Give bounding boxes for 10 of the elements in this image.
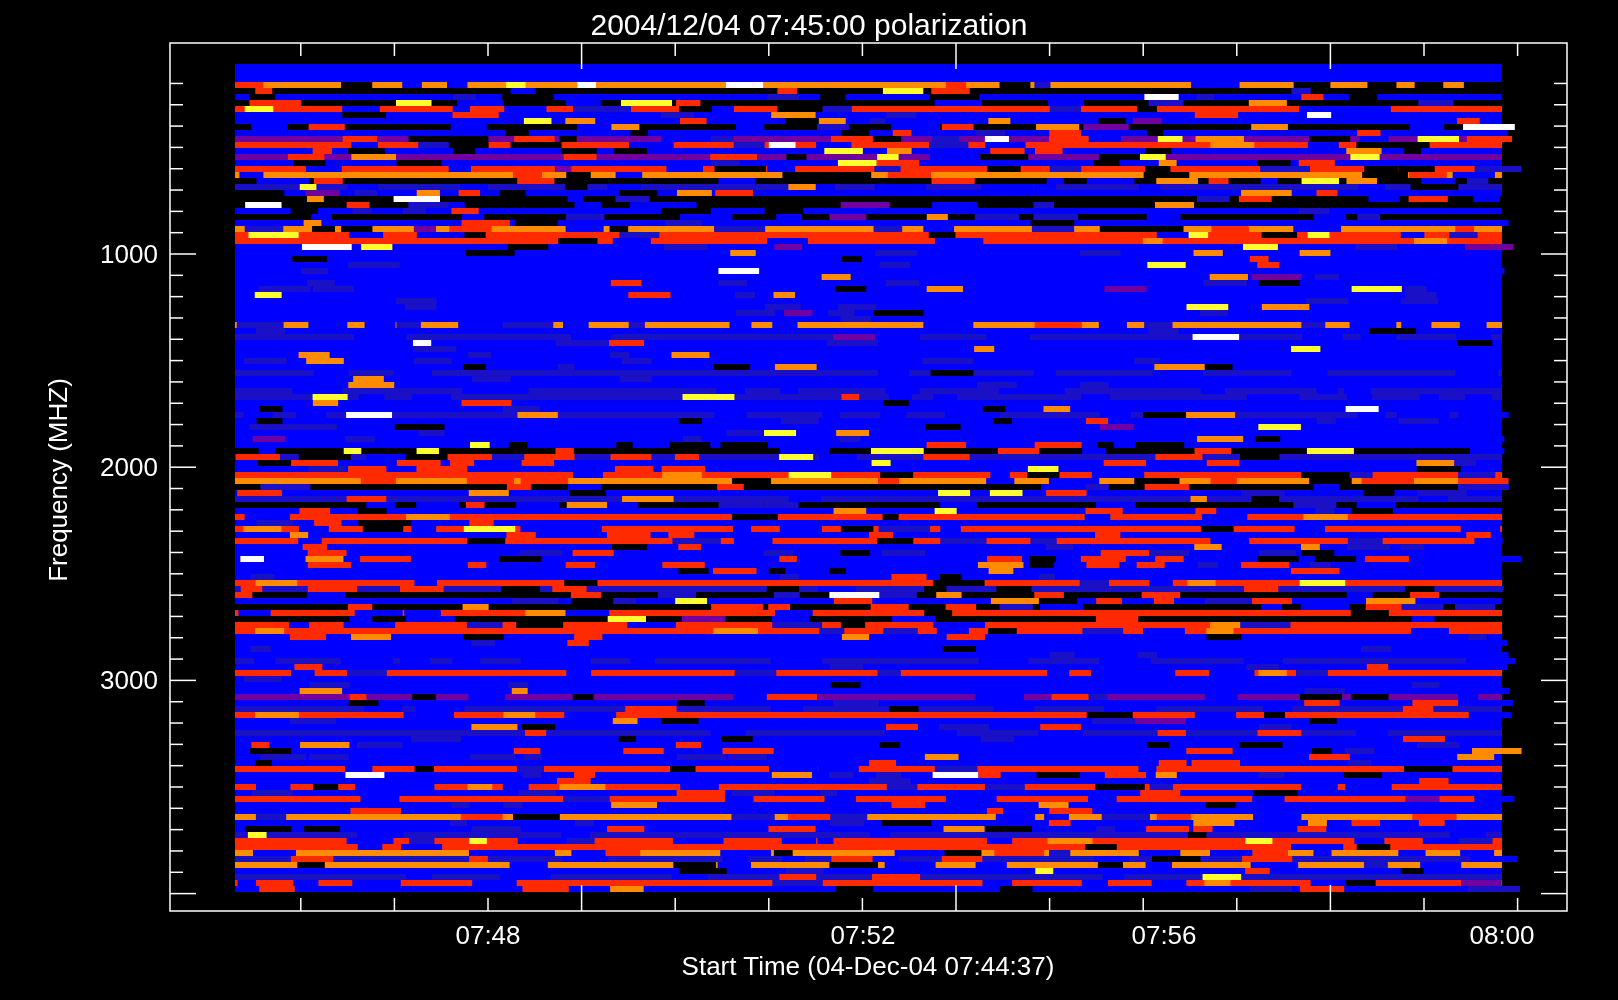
- y-tick-label: 2000: [100, 454, 158, 480]
- y-tick-label: 3000: [100, 667, 158, 693]
- x-tick-label: 08:00: [1469, 922, 1535, 948]
- y-axis-label: Frequency (MHZ): [45, 378, 71, 582]
- plot-title: 2004/12/04 07:45:00 polarization: [589, 7, 1029, 43]
- x-tick-label: 07:48: [455, 922, 521, 948]
- x-axis-label: Start Time (04-Dec-04 07:44:37): [680, 953, 1056, 979]
- y-tick-label: 1000: [100, 241, 158, 267]
- x-tick-label: 07:52: [830, 922, 896, 948]
- x-tick-label: 07:56: [1131, 922, 1197, 948]
